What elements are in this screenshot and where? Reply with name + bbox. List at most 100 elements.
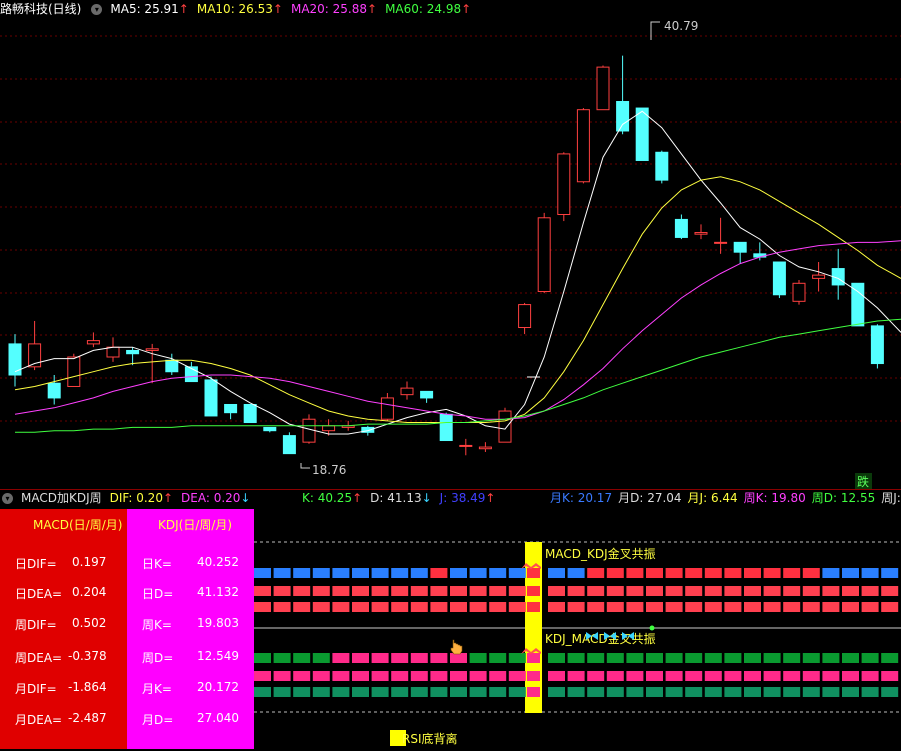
signal-segment (508, 602, 526, 612)
signal-segment (763, 653, 781, 663)
signal-segment (704, 653, 722, 663)
signal-segment (763, 568, 781, 578)
signal-segment (527, 586, 540, 596)
signal-segment (273, 653, 291, 663)
signal-segment (783, 687, 801, 697)
macd-row-value: 0.197 (72, 555, 107, 569)
kdj-row-label: 周K= (142, 618, 172, 632)
candle (86, 332, 100, 348)
candle (635, 107, 649, 161)
signal-segment (881, 586, 899, 596)
candle (204, 376, 218, 417)
signal-segment (567, 568, 585, 578)
signal-segment (646, 568, 663, 578)
signal-segment (410, 568, 428, 578)
candle-body (616, 101, 630, 132)
signal-segment (724, 586, 742, 596)
signal-segment (548, 568, 565, 578)
candle (282, 432, 296, 455)
signal-segment (352, 687, 369, 697)
signal-segment (587, 568, 605, 578)
signal-segment (685, 586, 703, 596)
signal-segment (861, 586, 879, 596)
signal-segment (822, 671, 840, 681)
candle (753, 242, 767, 261)
signal-segment (391, 568, 409, 578)
dea-down-arrow-icon: ↓ (240, 491, 251, 505)
rsi-legend-label: RSI底背离 (402, 731, 458, 746)
ma5-up-arrow-icon: ↑ (178, 2, 189, 16)
candle-body (459, 444, 473, 447)
signal-segment (567, 653, 585, 663)
candle-body (537, 217, 551, 292)
candle (831, 248, 845, 300)
kdj-row-value: 40.252 (197, 555, 239, 569)
macd-row-label: 周DEA= (15, 651, 63, 665)
candle (126, 347, 140, 366)
signal-segment (724, 671, 742, 681)
signal-segment (665, 586, 683, 596)
signal-segment (567, 602, 585, 612)
low-marker: 18.76 (300, 463, 346, 477)
signal-segment (332, 671, 350, 681)
kdj-row-label: 月K= (142, 682, 172, 696)
k-up-arrow-icon: ↑ (352, 491, 363, 505)
signal-segment (744, 687, 761, 697)
signal-segment (606, 687, 624, 697)
signal-segment (430, 671, 448, 681)
signal-segment (430, 586, 448, 596)
signal-segment (842, 586, 859, 596)
ma10-up-arrow-icon: ↑ (272, 2, 283, 16)
kdj-row-value: 20.172 (197, 680, 239, 694)
signal-segment (469, 602, 487, 612)
signal-segment (273, 568, 291, 578)
signal-segment (822, 687, 840, 697)
signal-segment (685, 687, 703, 697)
signal-segment (450, 602, 467, 612)
signal-segment (508, 586, 526, 596)
kdj-row-label: 月D= (142, 713, 174, 727)
candle (243, 403, 257, 424)
candle-body (733, 241, 747, 253)
kdj-row-label: 周D= (142, 651, 174, 665)
hand-cursor-icon (450, 639, 463, 655)
price-chart[interactable]: 40.79 18.76 跌 (0, 18, 901, 490)
candle-body (792, 282, 806, 302)
signal-segment (587, 653, 605, 663)
signal-segment (273, 602, 291, 612)
kdj-panel: KDJ(日/周/月) 日K= 40.252 日D= 41.132 周K= 19.… (127, 509, 254, 749)
signal-segment (548, 671, 565, 681)
candle (498, 407, 512, 443)
signal-segment (527, 568, 540, 578)
candle (576, 108, 590, 184)
candle-body (694, 232, 708, 235)
signal-segment (371, 653, 389, 663)
signal-segment (469, 568, 487, 578)
collapse-icon[interactable]: ▾ (91, 4, 103, 15)
signal-segment (332, 586, 350, 596)
signal-segment (469, 586, 487, 596)
signal-segment (273, 586, 291, 596)
j-up-arrow-icon: ↑ (485, 491, 496, 505)
signal-chart[interactable]: MACD_KDJ金叉共振 KDJ_MACD金叉共振 RSI底背离 (254, 509, 901, 751)
signal-segment (312, 602, 330, 612)
high-marker: 40.79 (650, 19, 698, 40)
signal-segment (352, 671, 369, 681)
candle (459, 438, 473, 456)
k-label: K: 40.25 (302, 491, 353, 505)
candle-body (576, 109, 590, 183)
signal-segment (861, 602, 879, 612)
signal-segment (430, 653, 448, 663)
signal-segment (469, 653, 487, 663)
signal-segment (293, 653, 311, 663)
indicator-collapse-icon[interactable]: ▾ (2, 493, 13, 504)
candle (714, 217, 728, 254)
dashed-guides (254, 541, 901, 713)
kdj-row-value: 12.549 (197, 649, 239, 663)
candle (616, 55, 630, 135)
signal-segment (822, 602, 840, 612)
candle (812, 262, 826, 292)
signal-segment (861, 653, 879, 663)
high-label: 40.79 (664, 19, 698, 33)
signal-segment (646, 653, 663, 663)
